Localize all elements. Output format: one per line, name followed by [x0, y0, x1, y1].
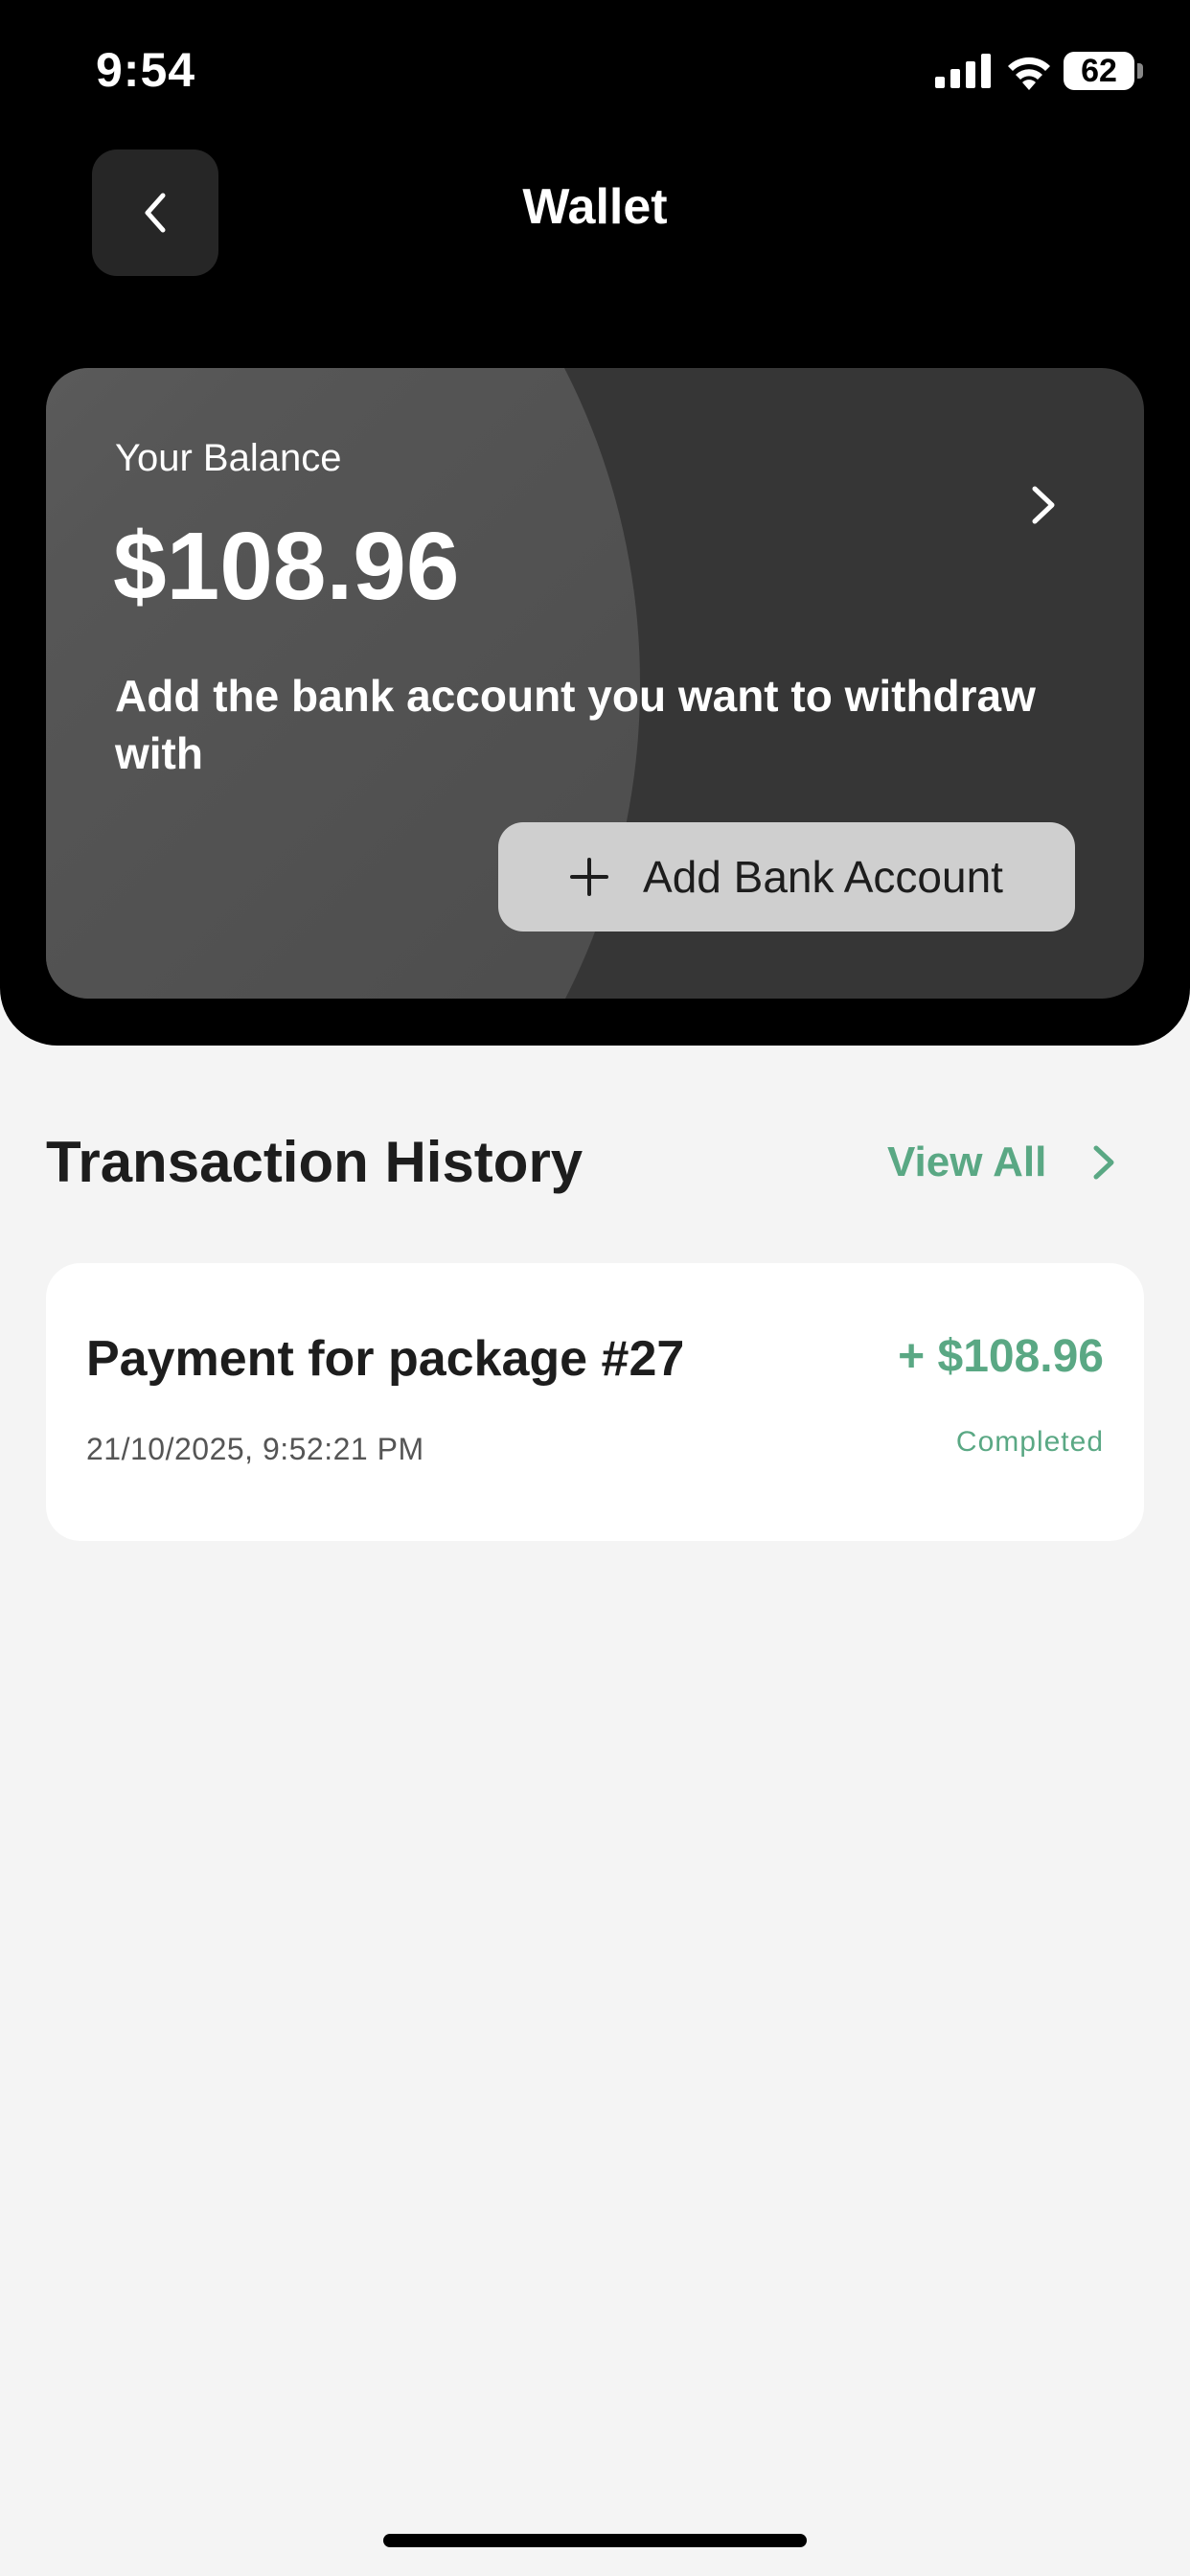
- wallet-screen: 9:54 62 Wallet Your Balance $108.96 Add …: [0, 0, 1190, 2576]
- battery-icon: 62: [1064, 52, 1134, 90]
- transaction-item[interactable]: Payment for package #27 21/10/2025, 9:52…: [46, 1263, 1144, 1541]
- balance-label: Your Balance: [115, 437, 342, 479]
- plus-icon: [570, 858, 609, 896]
- battery-level: 62: [1081, 52, 1117, 89]
- add-bank-account-label: Add Bank Account: [643, 852, 1003, 902]
- wifi-icon: [1008, 57, 1050, 90]
- home-indicator[interactable]: [383, 2534, 807, 2547]
- transaction-amount: + $108.96: [898, 1331, 1104, 1382]
- transaction-status: Completed: [955, 1426, 1104, 1458]
- header-area: 9:54 62 Wallet Your Balance $108.96 Add …: [0, 0, 1190, 1046]
- balance-card[interactable]: Your Balance $108.96 Add the bank accoun…: [46, 368, 1144, 999]
- balance-amount: $108.96: [113, 513, 460, 620]
- chevron-right-icon: [1093, 1145, 1114, 1180]
- transaction-date: 21/10/2025, 9:52:21 PM: [86, 1432, 424, 1466]
- status-bar: 9:54 62: [0, 0, 1190, 144]
- transaction-title: Payment for package #27: [86, 1331, 685, 1387]
- add-bank-account-button[interactable]: Add Bank Account: [498, 822, 1075, 932]
- page-title: Wallet: [522, 179, 668, 235]
- view-all-label: View All: [887, 1138, 1047, 1185]
- battery-tip: [1137, 63, 1143, 79]
- withdraw-message: Add the bank account you want to withdra…: [115, 671, 1036, 778]
- view-all-link[interactable]: View All: [887, 1138, 1117, 1186]
- signal-icon: [935, 54, 991, 88]
- status-time: 9:54: [96, 43, 196, 97]
- transaction-history-title: Transaction History: [46, 1130, 584, 1194]
- chevron-right-icon[interactable]: [1023, 481, 1062, 529]
